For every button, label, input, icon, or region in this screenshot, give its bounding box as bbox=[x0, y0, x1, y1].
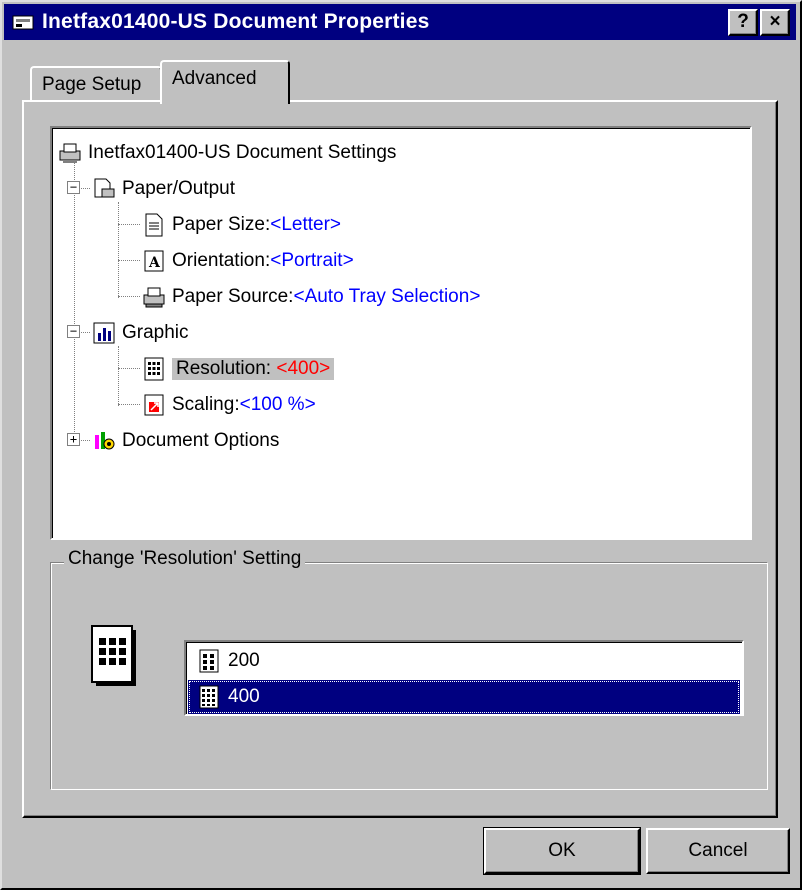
printer-icon bbox=[59, 143, 81, 163]
tree-item-graphic[interactable]: Graphic bbox=[92, 316, 189, 350]
resolution-selected-text: Resolution: <400> bbox=[172, 358, 335, 380]
orientation-label: Orientation: bbox=[172, 250, 271, 271]
expand-document-options-toggle[interactable]: + bbox=[67, 433, 80, 446]
scaling-label: Scaling: bbox=[172, 394, 240, 415]
ok-button[interactable]: OK bbox=[483, 827, 641, 875]
title-bar[interactable]: Inetfax01400-US Document Properties ? × bbox=[4, 4, 796, 40]
resolution-value: <400> bbox=[276, 358, 331, 379]
tree-item-paper-size[interactable]: Paper Size: <Letter> bbox=[142, 208, 341, 242]
tree-item-scaling[interactable]: Scaling: <100 %> bbox=[142, 388, 316, 422]
tree-item-document-options[interactable]: Document Options bbox=[92, 424, 279, 458]
tab-advanced[interactable]: Advanced bbox=[160, 60, 290, 106]
settings-tree-view[interactable]: − − + Inetfax01400-US Document Settings … bbox=[50, 126, 752, 540]
resolution-grid-icon bbox=[199, 685, 219, 709]
close-button[interactable]: × bbox=[760, 8, 790, 36]
tree-root-label: Inetfax01400-US Document Settings bbox=[88, 142, 397, 163]
paper-output-icon bbox=[94, 178, 115, 198]
orientation-icon: A bbox=[144, 250, 164, 272]
orientation-value: <Portrait> bbox=[270, 250, 354, 271]
collapse-paper-output-toggle[interactable]: − bbox=[67, 181, 80, 194]
collapse-graphic-toggle[interactable]: − bbox=[67, 325, 80, 338]
tree-item-orientation[interactable]: A Orientation: <Portrait> bbox=[142, 244, 354, 278]
resolution-options-list[interactable]: 200 400 bbox=[184, 640, 744, 716]
tab-page-setup-label: Page Setup bbox=[42, 74, 142, 95]
tree-root-document-settings[interactable]: Inetfax01400-US Document Settings bbox=[58, 136, 396, 170]
resolution-grid-icon bbox=[144, 357, 164, 381]
resolution-label: Resolution: bbox=[176, 358, 277, 379]
resolution-option-400[interactable]: 400 bbox=[188, 680, 740, 714]
graphic-label: Graphic bbox=[122, 322, 189, 343]
tab-page-setup[interactable]: Page Setup bbox=[30, 66, 162, 102]
tree-item-paper-output[interactable]: Paper/Output bbox=[92, 172, 235, 206]
document-options-label: Document Options bbox=[122, 430, 280, 451]
help-button[interactable]: ? bbox=[728, 8, 758, 36]
tree-item-resolution[interactable]: Resolution: <400> bbox=[142, 352, 335, 386]
scaling-value: <100 %> bbox=[239, 394, 316, 415]
tab-advanced-label: Advanced bbox=[172, 68, 257, 89]
paper-size-label: Paper Size: bbox=[172, 214, 271, 235]
resolution-large-icon bbox=[91, 625, 136, 686]
paper-output-label: Paper/Output bbox=[122, 178, 236, 199]
paper-tray-printer-icon bbox=[143, 287, 165, 308]
resolution-option-200[interactable]: 200 bbox=[188, 644, 740, 678]
scaling-icon bbox=[144, 394, 164, 416]
document-page-icon bbox=[145, 213, 163, 237]
printer-fax-icon bbox=[12, 15, 34, 30]
graphic-chart-icon bbox=[93, 322, 115, 344]
resolution-option-400-label: 400 bbox=[228, 686, 260, 707]
resolution-grid-icon bbox=[199, 649, 219, 673]
cancel-button[interactable]: Cancel bbox=[646, 828, 790, 874]
svg-text:A: A bbox=[148, 255, 161, 271]
paper-source-label: Paper Source: bbox=[172, 286, 294, 307]
tree-item-paper-source[interactable]: Paper Source: <Auto Tray Selection> bbox=[142, 280, 480, 314]
change-setting-label: Change 'Resolution' Setting bbox=[64, 548, 306, 570]
window-title: Inetfax01400-US Document Properties bbox=[42, 10, 430, 33]
paper-source-value: <Auto Tray Selection> bbox=[293, 286, 481, 307]
document-options-icon bbox=[95, 432, 115, 450]
paper-size-value: <Letter> bbox=[270, 214, 342, 235]
resolution-option-200-label: 200 bbox=[228, 650, 260, 671]
